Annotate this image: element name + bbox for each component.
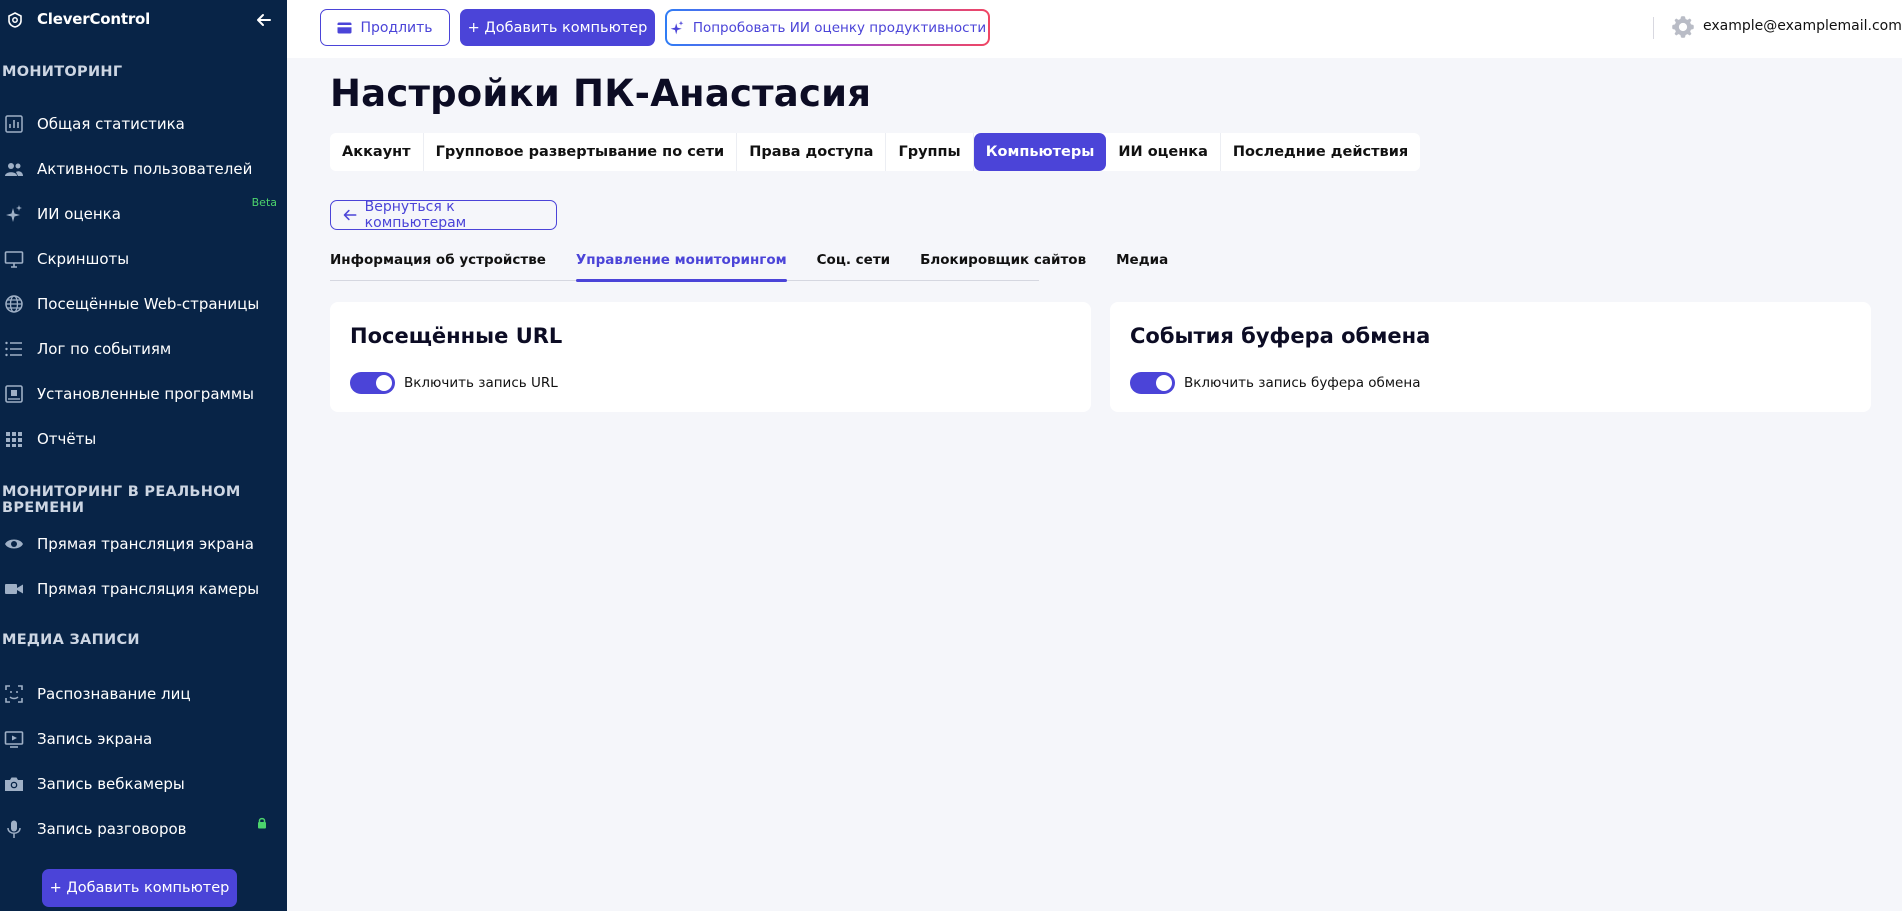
subtab-media[interactable]: Медиа	[1116, 252, 1168, 281]
sidebar: CleverControl МОНИТОРИНГ Общая статистик…	[0, 0, 287, 911]
settings-tabs: Аккаунт Групповое развертывание по сети …	[330, 133, 1421, 171]
sidebar-item-label: Прямая трансляция камеры	[37, 580, 260, 598]
sidebar-item-label: Общая статистика	[37, 115, 185, 133]
sidebar-item-general-stats[interactable]: Общая статистика	[0, 106, 287, 142]
credit-card-icon	[337, 22, 352, 33]
toggle-label: Включить запись буфера обмена	[1184, 375, 1421, 391]
extend-button[interactable]: Продлить	[320, 9, 450, 46]
bar-chart-icon	[5, 115, 23, 133]
sidebar-item-label: Скриншоты	[37, 250, 130, 268]
tab-ai-assessment[interactable]: ИИ оценка	[1106, 133, 1221, 171]
eye-icon	[5, 539, 23, 549]
video-camera-icon	[5, 584, 23, 594]
sparkle-icon	[670, 20, 684, 34]
back-label: Вернуться к компьютерам	[364, 199, 467, 231]
sidebar-item-screenshots[interactable]: Скриншоты	[0, 241, 287, 277]
camera-icon	[5, 777, 23, 791]
clipboard-events-card: События буфера обмена Включить запись бу…	[1110, 302, 1871, 412]
try-ai-assessment-button[interactable]: Попробовать ИИ оценку продуктивности	[665, 9, 990, 46]
logo-icon	[8, 12, 22, 28]
sidebar-item-live-camera[interactable]: Прямая трансляция камеры	[0, 571, 287, 607]
tab-access-rights[interactable]: Права доступа	[737, 133, 887, 171]
sidebar-item-label: Отчёты	[37, 430, 97, 448]
sidebar-add-computer-button[interactable]: + Добавить компьютер	[42, 869, 237, 907]
sidebar-item-installed-apps[interactable]: Установленные программы	[0, 376, 287, 412]
section-title-media: МЕДИА ЗАПИСИ	[2, 632, 140, 648]
sidebar-item-label: Активность пользователей	[37, 160, 253, 178]
tab-computers[interactable]: Компьютеры	[973, 133, 1107, 171]
sidebar-item-label: Посещённые Web-страницы	[37, 295, 260, 313]
toggle-label: Включить запись URL	[404, 375, 558, 391]
sidebar-item-face-recognition[interactable]: Распознавание лиц	[0, 676, 287, 712]
sidebar-item-label: Распознавание лиц	[37, 685, 191, 703]
lock-icon	[258, 817, 266, 829]
divider	[1653, 17, 1654, 39]
sidebar-item-label: Запись вебкамеры	[37, 775, 185, 793]
device-subtabs: Информация об устройстве Управление мони…	[330, 252, 1168, 282]
extend-label: Продлить	[360, 19, 433, 36]
sidebar-item-label: Запись разговоров	[37, 820, 187, 838]
beta-badge: Beta	[251, 196, 277, 209]
microphone-icon	[7, 820, 21, 838]
gear-icon[interactable]	[1670, 14, 1696, 40]
toggle-knob	[1156, 375, 1172, 391]
subtab-monitoring-control[interactable]: Управление мониторингом	[575, 252, 787, 282]
page-title: Настройки ПК-Анастасия	[330, 72, 872, 115]
tab-network-deployment[interactable]: Групповое развертывание по сети	[424, 133, 738, 171]
grid-icon	[6, 432, 22, 447]
sidebar-item-call-recording[interactable]: Запись разговоров	[0, 811, 287, 847]
sparkle-icon	[6, 205, 22, 222]
sidebar-item-webcam-recording[interactable]: Запись вебкамеры	[0, 766, 287, 802]
sidebar-item-live-screen[interactable]: Прямая трансляция экрана	[0, 526, 287, 562]
tab-recent-actions[interactable]: Последние действия	[1221, 133, 1420, 171]
arrow-left-icon[interactable]	[255, 11, 273, 29]
sidebar-item-ai-assessment[interactable]: ИИ оценка Beta	[0, 196, 287, 232]
sidebar-item-label: Лог по событиям	[37, 340, 172, 358]
screen-play-icon	[4, 731, 24, 748]
card-title: События буфера обмена	[1130, 324, 1431, 348]
logo[interactable]: CleverControl	[0, 0, 287, 42]
back-to-computers-button[interactable]: Вернуться к компьютерам	[330, 199, 557, 231]
list-icon	[5, 341, 22, 357]
app-box-icon	[5, 385, 23, 403]
section-title-monitoring: МОНИТОРИНГ	[2, 64, 123, 80]
tab-groups[interactable]: Группы	[886, 133, 974, 171]
visited-urls-card: Посещённые URL Включить запись URL	[330, 302, 1091, 412]
face-scan-icon	[5, 685, 23, 703]
sidebar-item-visited-web-pages[interactable]: Посещённые Web-страницы	[0, 286, 287, 322]
url-recording-toggle[interactable]	[350, 372, 395, 394]
card-title: Посещённые URL	[350, 324, 563, 348]
add-computer-button[interactable]: + Добавить компьютер	[460, 9, 655, 46]
sidebar-item-label: Установленные программы	[37, 385, 254, 403]
monitor-icon	[4, 251, 24, 268]
logo-text: CleverControl	[37, 10, 151, 28]
sidebar-item-user-activity[interactable]: Активность пользователей	[0, 151, 287, 187]
section-title-realtime: МОНИТОРИНГ В РЕАЛЬНОМ ВРЕМЕНИ	[2, 484, 241, 516]
sidebar-item-event-log[interactable]: Лог по событиям	[0, 331, 287, 367]
users-icon	[5, 163, 23, 176]
tab-account[interactable]: Аккаунт	[330, 133, 424, 171]
globe-icon	[5, 295, 23, 313]
sidebar-item-screen-recording[interactable]: Запись экрана	[0, 721, 287, 757]
sidebar-item-reports[interactable]: Отчёты	[0, 421, 287, 457]
ai-label: Попробовать ИИ оценку продуктивности	[692, 19, 987, 36]
sidebar-item-label: Запись экрана	[37, 730, 153, 748]
subtab-device-info[interactable]: Информация об устройстве	[330, 252, 546, 281]
sidebar-item-label: Прямая трансляция экрана	[37, 535, 254, 553]
subtab-social-networks[interactable]: Соц. сети	[817, 252, 890, 281]
sidebar-item-label: ИИ оценка	[37, 205, 121, 223]
toggle-knob	[376, 375, 392, 391]
arrow-left-icon	[343, 209, 357, 221]
subtab-site-blocker[interactable]: Блокировщик сайтов	[920, 252, 1086, 281]
user-email[interactable]: example@examplemail.com	[1703, 18, 1902, 34]
clipboard-recording-toggle[interactable]	[1130, 372, 1175, 394]
